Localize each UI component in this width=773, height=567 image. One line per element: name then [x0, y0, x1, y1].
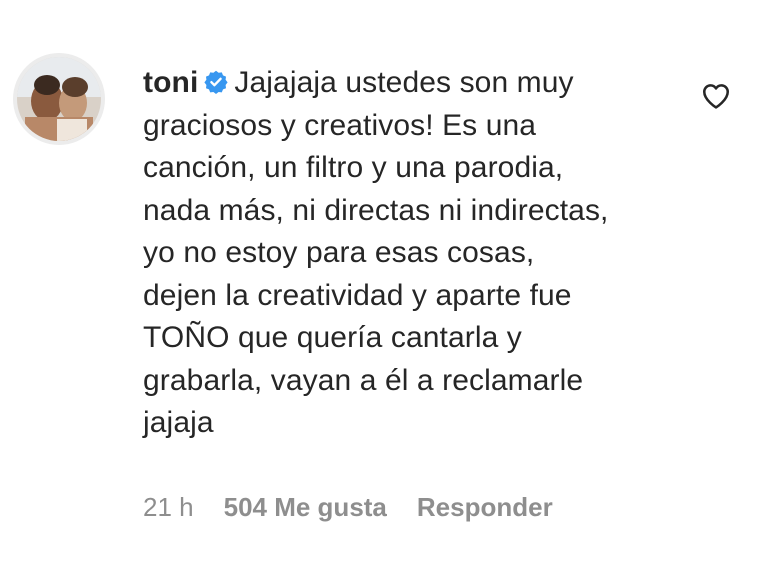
comment-timestamp[interactable]: 21 h: [143, 492, 194, 523]
reply-button[interactable]: Responder: [417, 492, 553, 523]
avatar[interactable]: [13, 53, 105, 145]
verified-badge-icon: [204, 70, 228, 94]
comment-body: toni Jajajaja ustedes son muy graciosos y…: [143, 62, 703, 445]
comment: toni Jajajaja ustedes son muy graciosos y…: [0, 0, 773, 567]
avatar-image: [17, 57, 101, 141]
heart-outline-icon[interactable]: [700, 80, 732, 112]
comment-text: Jajajaja ustedes son muy graciosos y cre…: [143, 66, 609, 439]
comment-meta: 21 h 504 Me gusta Responder: [143, 492, 553, 523]
username[interactable]: toni: [143, 66, 198, 99]
likes-count[interactable]: 504 Me gusta: [224, 492, 387, 523]
